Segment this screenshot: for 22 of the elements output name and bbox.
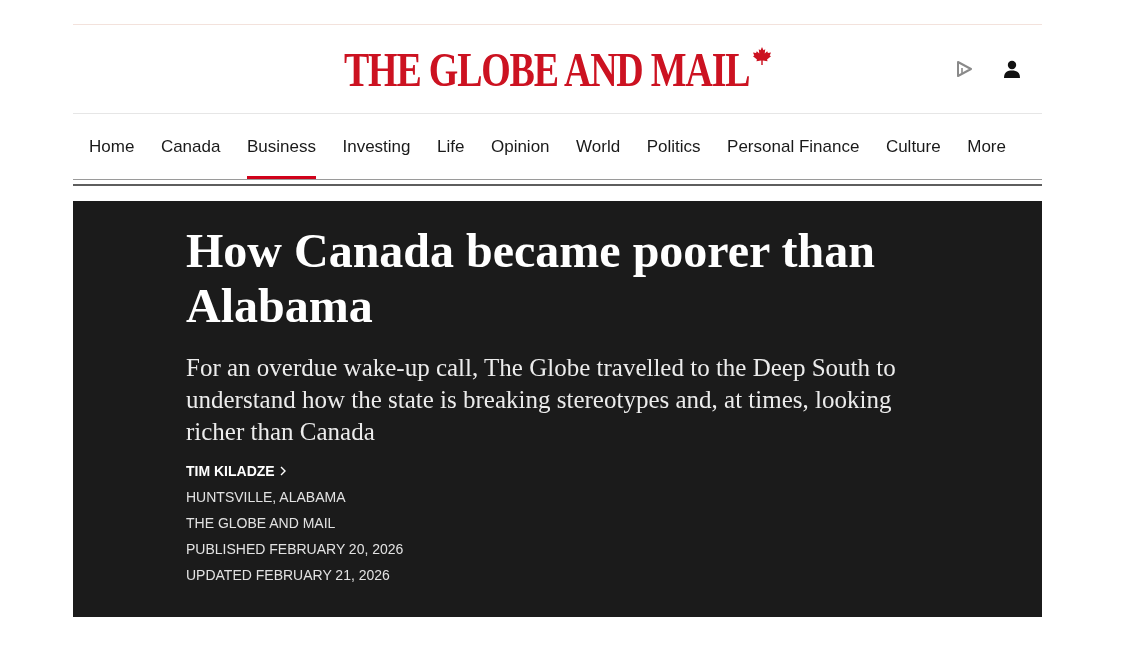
- chevron-right-icon: [279, 466, 286, 476]
- nav-tab[interactable]: Home: [89, 114, 135, 179]
- dek: For an overdue wake-up call, The Globe travelled to the Deep South to understand how the state is breaking stereotypes and, at times, looking richer than Canada: [186, 353, 897, 447]
- maple-leaf-icon: [753, 47, 771, 65]
- nav-tab[interactable]: Personal Finance: [727, 114, 860, 179]
- nav-tab[interactable]: Opinion: [490, 114, 550, 179]
- play-icon[interactable]: [954, 59, 974, 79]
- meta-line: HUNTSVILLE, ALABAMA: [186, 488, 346, 507]
- nav-tab[interactable]: Canada: [160, 114, 221, 179]
- nav-tab[interactable]: Life: [437, 114, 465, 179]
- meta-line: PUBLISHED FEBRUARY 20, 2026: [186, 540, 404, 559]
- nav-tab[interactable]: Politics: [646, 114, 701, 179]
- logo[interactable]: THE GLOBE AND MAIL: [344, 46, 750, 94]
- nav-tab[interactable]: More: [967, 114, 1006, 179]
- author-link[interactable]: TIM KILADZE: [186, 458, 286, 484]
- meta-line: UPDATED FEBRUARY 21, 2026: [186, 566, 390, 585]
- nav-tab[interactable]: Investing: [342, 114, 411, 179]
- meta-line: THE GLOBE AND MAIL: [186, 514, 336, 533]
- person-icon[interactable]: [1002, 59, 1022, 79]
- nav-tab[interactable]: Culture: [885, 114, 941, 179]
- nav-tab[interactable]: World: [576, 114, 621, 179]
- headline: How Canada became poorer than Alabama: [186, 223, 876, 333]
